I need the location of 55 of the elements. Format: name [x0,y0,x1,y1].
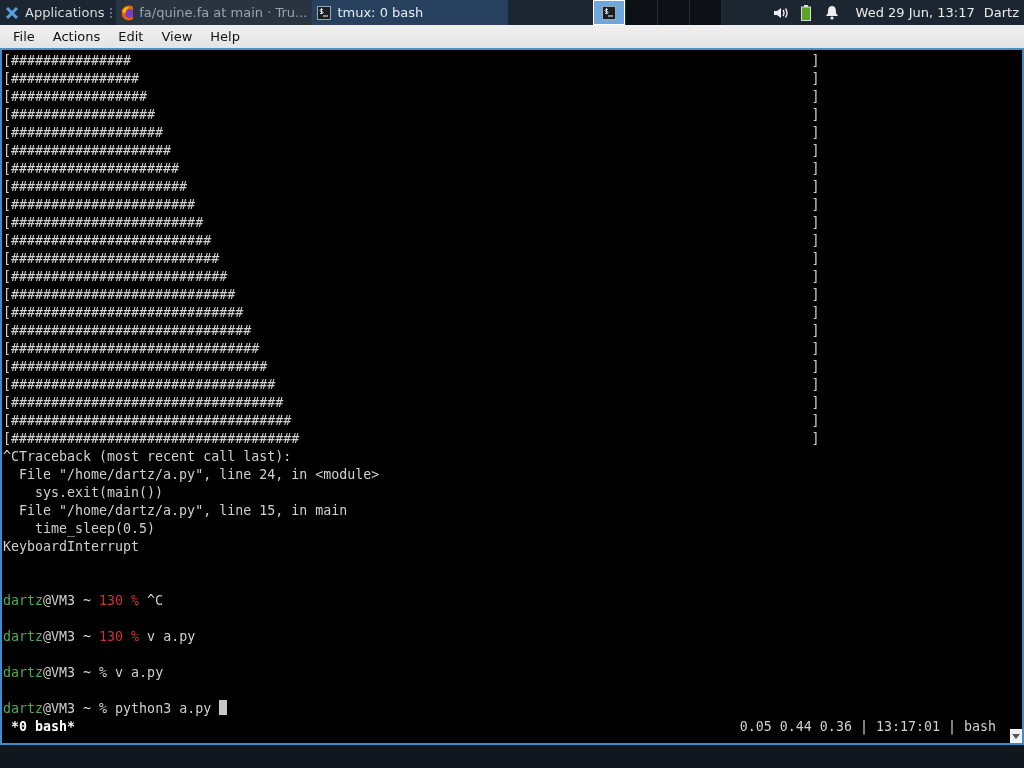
user-name[interactable]: Dartz [979,0,1024,25]
menu-item[interactable]: Help [201,24,249,49]
workspace-button[interactable] [624,0,657,25]
terminal-output-line: [################# ] [3,89,820,104]
terminal-output-line: [########################## ] [3,251,820,266]
command-prompt: dartz@VM3 ~ % v a.py [3,665,165,680]
tmux-window-tab[interactable]: *0 bash* [3,718,76,736]
terminal-icon [601,5,616,20]
terminal-output-line: File "/home/dartz/a.py", line 24, in <module> [18,467,380,482]
terminal-output-line: [############### ] [3,53,820,68]
terminal-output-line: sys.exit(main()) [34,485,164,500]
terminal-output-line: [############################## ] [3,323,820,338]
notification-bell-icon[interactable] [824,5,839,20]
menu-item[interactable]: Edit [109,24,153,49]
menu-item[interactable]: Actions [43,24,110,49]
command-prompt: dartz@VM3 ~ 130 % ^C [3,593,165,608]
menu-item[interactable]: View [152,24,202,49]
taskbar-button[interactable]: fa/quine.fa at main · Tru... [116,0,313,25]
terminal-output-line: [################### ] [3,125,820,140]
terminal-output-line: [################################ ] [3,359,820,374]
menu-item[interactable]: File [4,24,44,49]
x-logo-icon [5,5,19,20]
terminal-output-line: File "/home/dartz/a.py", line 15, in main [18,503,348,518]
terminal-output-line: KeyboardInterrupt [3,539,140,554]
browser-icon [121,4,134,21]
terminal-output-line: [################## ] [3,107,820,122]
terminal-output-line: [######################## ] [3,215,820,230]
terminal-output-line: [###################### ] [3,179,820,194]
terminal-output-line: ^CTraceback (most recent call last): [3,449,292,464]
terminal-output-line: [################################## ] [3,395,820,410]
command-prompt: dartz@VM3 ~ 130 % v a.py [3,629,197,644]
terminal-output-line: [########################### ] [3,269,820,284]
terminal-output-line: [################################# ] [3,377,820,392]
caret-icon [1012,733,1020,739]
terminal-output-line: [################################### ] [3,413,820,428]
volume-icon[interactable] [772,5,789,20]
terminal-output-line: [############################# ] [3,305,820,320]
terminal-output-line: [#################### ] [3,143,820,158]
terminal-output-line: [####################### ] [3,197,820,212]
terminal-output-line: time_sleep(0.5) [34,521,156,536]
scroll-down-button[interactable] [1010,729,1022,743]
taskbar-button[interactable]: tmux: 0 bash [312,0,509,25]
terminal-output-line: [##################### ] [3,161,820,176]
battery-icon[interactable] [800,4,811,21]
terminal-icon [317,5,332,20]
clock[interactable]: Wed 29 Jun, 13:17 [850,0,980,25]
terminal-output-line: [######################### ] [3,233,820,248]
separator-handle-icon [109,6,114,19]
terminal-output-line: [############################### ] [3,341,820,356]
command-prompt: dartz@VM3 ~ % python3 a.py [3,701,213,716]
tmux-status-info: 0.05 0.44 0.36 | 13:17:01 | bash [739,718,996,736]
terminal-output-line: [############################ ] [3,287,820,302]
applications-menu[interactable]: Applications [0,0,110,25]
terminal-output-line: [#################################### ] [3,431,820,446]
terminal-output-line: [################ ] [3,71,820,86]
